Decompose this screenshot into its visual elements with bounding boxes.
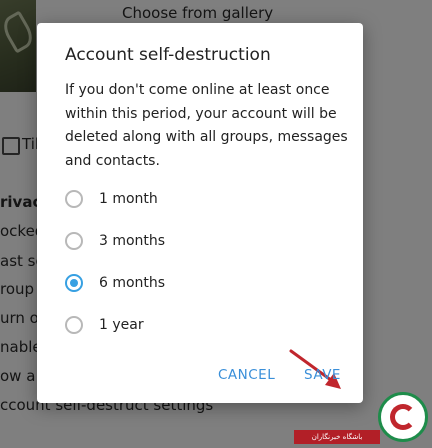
radio-1-year[interactable] xyxy=(65,316,83,334)
watermark-logo-icon xyxy=(378,392,428,442)
self-destruction-dialog: Account self-destruction If you don't co… xyxy=(37,23,363,403)
option-1-year[interactable]: 1 year xyxy=(65,312,245,338)
dialog-title: Account self-destruction xyxy=(65,45,271,65)
radio-1-month[interactable] xyxy=(65,190,83,208)
watermark-label: باشگاه خبرنگاران xyxy=(294,430,380,444)
cancel-button[interactable]: CANCEL xyxy=(218,367,275,383)
save-button[interactable]: SAVE xyxy=(304,367,341,383)
radio-3-months[interactable] xyxy=(65,232,83,250)
option-3-months[interactable]: 3 months xyxy=(65,228,245,254)
option-label: 1 year xyxy=(99,317,144,333)
option-6-months[interactable]: 6 months xyxy=(65,270,245,296)
dialog-description: If you don't come online at least once w… xyxy=(65,82,348,169)
option-label: 3 months xyxy=(99,233,166,249)
option-label: 6 months xyxy=(99,275,166,291)
option-1-month[interactable]: 1 month xyxy=(65,186,245,212)
radio-6-months[interactable] xyxy=(65,274,83,292)
option-label: 1 month xyxy=(99,191,158,207)
